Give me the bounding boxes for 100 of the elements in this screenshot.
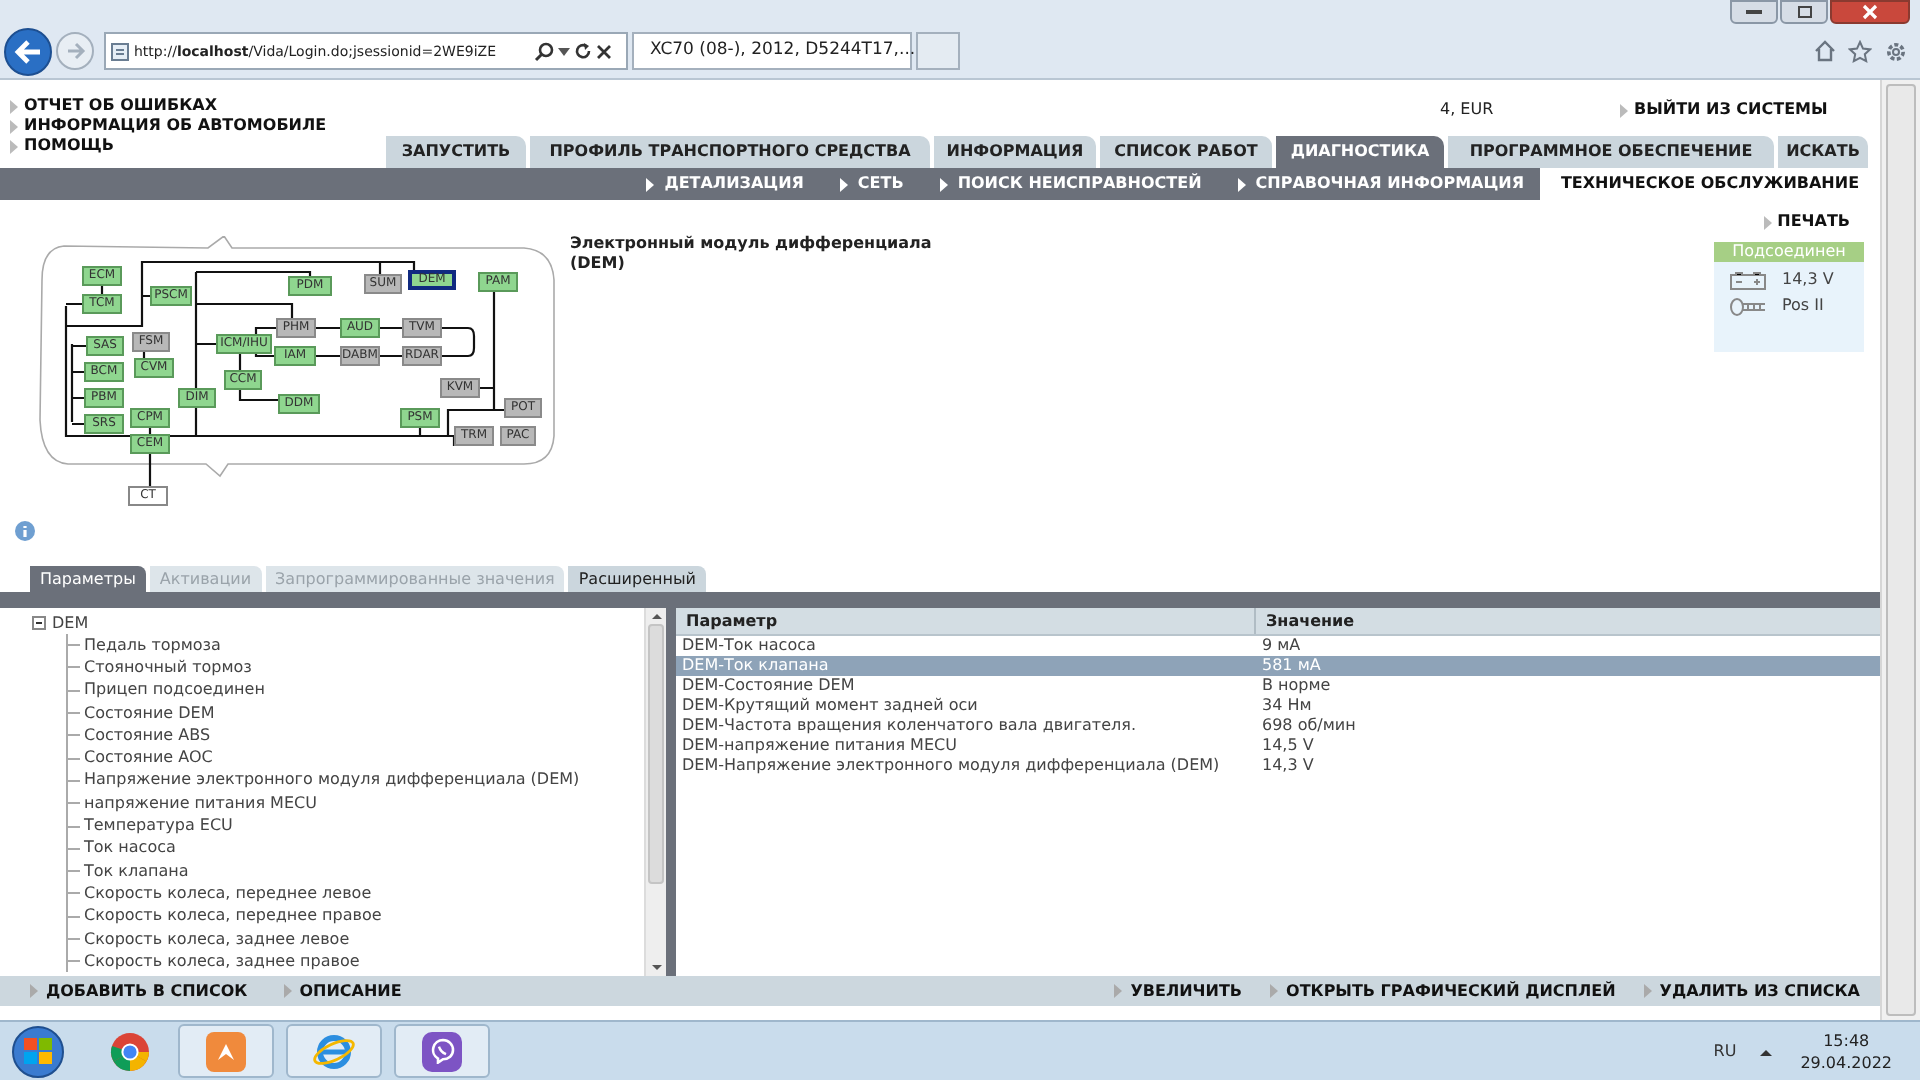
tree-item[interactable]: Напряжение электронного модуля дифференциала (DEM)	[80, 768, 580, 793]
main-tab[interactable]: ЗАПУСТИТЬ	[386, 136, 526, 168]
action-link[interactable]: ДОБАВИТЬ В СПИСОК	[30, 979, 248, 1003]
table-cell-text: 34 Нм	[1260, 696, 1314, 716]
tree-item[interactable]: DEM	[52, 611, 89, 635]
home-icon[interactable]	[1814, 39, 1836, 61]
subnav-link[interactable]: СЕТЬ	[819, 168, 920, 200]
start-button[interactable]	[12, 1025, 64, 1077]
app-icon	[206, 1031, 246, 1071]
maximize-button[interactable]	[1780, 0, 1828, 24]
minimize-button[interactable]	[1730, 0, 1778, 24]
tree-item[interactable]: Скорость колеса, заднее правое	[80, 949, 360, 974]
nav-link[interactable]: ИНФОРМАЦИЯ ОБ АВТОМОБИЛЕ	[10, 116, 386, 136]
table-cell-text: 581 мА	[1260, 656, 1323, 676]
table-cell-text: 698 об/мин	[1260, 716, 1358, 736]
tree-item[interactable]: Скорость колеса, заднее левое	[80, 927, 350, 952]
scroll-thumb[interactable]	[648, 624, 664, 884]
subnav-link[interactable]: ДЕТАЛИЗАЦИЯ	[626, 168, 820, 200]
nav-link[interactable]: ПОМОЩЬ	[10, 136, 386, 156]
chevron-icon	[1237, 177, 1246, 191]
clock-time: 15:48	[1823, 1029, 1870, 1051]
main-tab[interactable]: ПРОГРАММНОЕ ОБЕСПЕЧЕНИЕ	[1448, 136, 1774, 168]
chevron-icon	[1763, 215, 1772, 229]
table-cell-text: DEM-Ток насоса	[680, 636, 818, 656]
table-row[interactable]: DEM-напряжение питания MECU 14,5 V	[676, 736, 1880, 756]
back-arrow-icon	[14, 39, 42, 63]
table-cell-text: 14,5 V	[1260, 736, 1316, 756]
tab: Активации	[149, 566, 262, 592]
tree-item[interactable]: Состояние DEM	[80, 701, 215, 726]
print-link[interactable]: ПЕЧАТЬ	[1763, 210, 1850, 234]
table-cell-text: В норме	[1260, 676, 1333, 696]
table-cell-text: DEM-Состояние DEM	[680, 676, 857, 696]
table-row[interactable]: DEM-Крутящий момент задней оси 34 Нм	[676, 696, 1880, 716]
action-link[interactable]: УВЕЛИЧИТЬ	[1114, 979, 1243, 1003]
tree-item[interactable]: Педаль тормоза	[80, 633, 221, 658]
tab[interactable]: Параметры	[30, 566, 146, 592]
tree-item[interactable]: Скорость колеса, переднее правое	[80, 904, 382, 929]
tree-item[interactable]: Стояночный тормоз	[80, 655, 252, 680]
scrollbar[interactable]	[644, 608, 666, 976]
table-row[interactable]: DEM-Ток насоса 9 мА	[676, 636, 1880, 656]
subnav-link[interactable]: СПРАВОЧНАЯ ИНФОРМАЦИЯ	[1217, 168, 1540, 200]
clock-date: 29.04.2022	[1800, 1051, 1892, 1073]
column-header[interactable]: Параметр	[676, 608, 1256, 634]
table-cell-text: DEM-Напряжение электронного модуля дифференциала (DEM)	[680, 756, 1222, 776]
tray-expand-icon[interactable]	[1760, 1047, 1773, 1055]
back-button[interactable]	[4, 27, 52, 75]
tree-item[interactable]: Ток клапана	[80, 859, 189, 884]
tree-item[interactable]: Состояние ABS	[80, 723, 211, 748]
close-icon	[1862, 4, 1878, 20]
tree-item[interactable]: напряжение питания MECU	[80, 791, 317, 816]
chevron-icon	[1270, 984, 1279, 998]
main-tab[interactable]: ПРОФИЛЬ ТРАНСПОРТНОГО СРЕДСТВА	[530, 136, 930, 168]
main-tab[interactable]: ДИАГНОСТИКА	[1276, 136, 1444, 168]
main-tab[interactable]: ИНФОРМАЦИЯ	[934, 136, 1096, 168]
tree-item[interactable]: Состояние AOC	[80, 746, 213, 771]
main-tab[interactable]: ИСКАТЬ	[1778, 136, 1868, 168]
tab[interactable]: Расширенный	[568, 566, 706, 592]
caret-icon[interactable]	[558, 47, 570, 55]
table-row[interactable]: DEM-Состояние DEM В норме	[676, 676, 1880, 696]
forward-arrow-icon	[65, 42, 85, 60]
refresh-icon[interactable]	[574, 42, 592, 60]
minimize-icon	[1746, 10, 1762, 14]
info-icon[interactable]	[14, 520, 36, 542]
table-cell-text: 9 мА	[1260, 636, 1303, 656]
action-link[interactable]: ОПИСАНИЕ	[283, 979, 402, 1003]
chevron-icon	[1114, 984, 1123, 998]
column-header[interactable]: Значение	[1256, 608, 1880, 634]
action-link[interactable]: УДАЛИТЬ ИЗ СПИСКА	[1643, 979, 1860, 1003]
tree-item[interactable]: Температура ECU	[80, 814, 233, 839]
battery-voltage: 14,3 V	[1782, 268, 1834, 292]
tree-item[interactable]: Прицеп подсоединен	[80, 678, 265, 703]
chevron-icon	[646, 177, 655, 191]
language-indicator[interactable]: RU	[1713, 1039, 1737, 1063]
subnav-link[interactable]: ТЕХНИЧЕСКОЕ ОБСЛУЖИВАНИЕ	[1540, 168, 1880, 200]
leader-line	[148, 476, 152, 486]
action-link[interactable]: ОТКРЫТЬ ГРАФИЧЕСКИЙ ДИСПЛЕЙ	[1270, 979, 1616, 1003]
taskbar-item[interactable]	[286, 1024, 382, 1078]
table-row[interactable]: DEM-Частота вращения коленчатого вала двигателя. 698 об/мин	[676, 716, 1880, 736]
chevron-icon	[1620, 103, 1628, 117]
clock[interactable]: 15:48 29.04.2022	[1800, 1029, 1892, 1073]
table-row[interactable]: DEM-Напряжение электронного модуля дифференциала (DEM) 14,3 V	[676, 756, 1880, 776]
battery-icon	[1730, 271, 1766, 289]
subnav-link[interactable]: ПОИСК НЕИСПРАВНОСТЕЙ	[919, 168, 1218, 200]
table-cell-text: DEM-Частота вращения коленчатого вала двигателя.	[680, 716, 1138, 736]
tree-item[interactable]: Ток насоса	[80, 836, 176, 861]
tree-item[interactable]: Скорость колеса, переднее левое	[80, 881, 372, 906]
chevron-icon	[283, 984, 292, 998]
star-icon[interactable]	[1848, 39, 1872, 63]
settings-icon[interactable]	[1884, 39, 1908, 63]
logout-link[interactable]: ВЫЙТИ ИЗ СИСТЕМЫ	[1620, 98, 1828, 122]
nav-link[interactable]: ОТЧЕТ ОБ ОШИБКАХ	[10, 96, 386, 116]
tab: Запрограммированные значения	[265, 566, 565, 592]
browser-tab[interactable]: XC70 (08-), 2012, D5244T17,...	[632, 32, 912, 70]
main-tab[interactable]: СПИСОК РАБОТ	[1100, 136, 1272, 168]
close-button[interactable]	[1830, 0, 1910, 24]
stop-icon[interactable]	[596, 43, 612, 59]
module-title: Электронный модуль дифференциала (DEM)	[570, 234, 934, 276]
search-icon[interactable]	[534, 41, 554, 61]
taskbar-item[interactable]	[394, 1024, 490, 1078]
collapse-icon[interactable]	[32, 616, 46, 630]
